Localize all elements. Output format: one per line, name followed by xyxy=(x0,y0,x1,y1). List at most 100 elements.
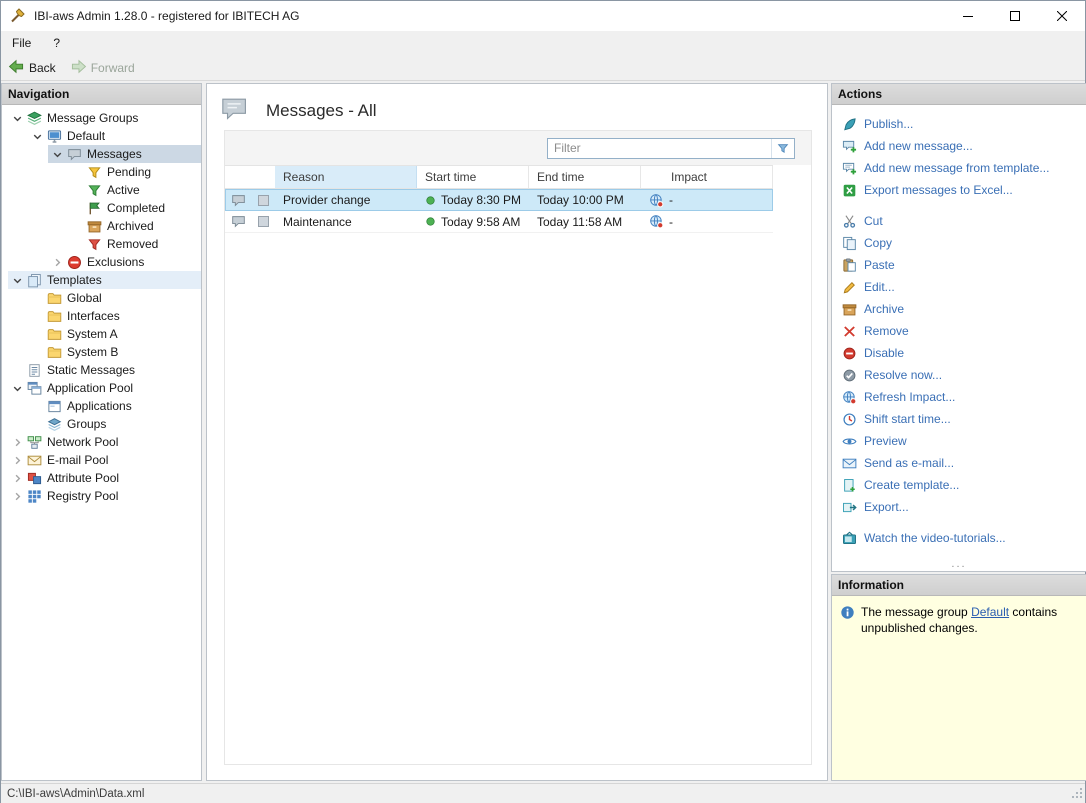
action-archive[interactable]: Archive xyxy=(832,298,1086,320)
menu-help[interactable]: ? xyxy=(42,32,71,54)
resolve-icon xyxy=(842,368,857,383)
refresh-impact-icon xyxy=(842,390,857,405)
tree-item-groups[interactable]: Groups xyxy=(2,415,201,433)
minimize-button[interactable] xyxy=(944,1,991,31)
table-row[interactable]: MaintenanceToday 9:58 AMToday 11:58 AM- xyxy=(225,211,773,233)
action-preview[interactable]: Preview xyxy=(832,430,1086,452)
chevron-right-icon[interactable] xyxy=(8,471,26,486)
tree-item-global[interactable]: Global xyxy=(2,289,201,307)
column-header-start-time[interactable]: Start time xyxy=(417,166,529,188)
cell-impact: - xyxy=(641,211,773,232)
action-send-as-e-mail[interactable]: Send as e-mail... xyxy=(832,452,1086,474)
tree-item-applications[interactable]: Applications xyxy=(2,397,201,415)
column-header-impact[interactable]: Impact xyxy=(641,166,773,188)
chevron-down-icon[interactable] xyxy=(48,147,66,162)
action-add-new-message[interactable]: Add new message... xyxy=(832,135,1086,157)
menu-file[interactable]: File xyxy=(1,32,42,54)
message-groups-icon xyxy=(26,111,43,126)
column-header-end-time[interactable]: End time xyxy=(529,166,641,188)
action-label: Resolve now... xyxy=(864,368,942,382)
tree-item-label: Applications xyxy=(63,399,132,413)
chevron-right-icon[interactable] xyxy=(48,255,66,270)
tree-item-system-a[interactable]: System A xyxy=(2,325,201,343)
tree-item-templates[interactable]: Templates xyxy=(2,271,201,289)
tree-item-attribute-pool[interactable]: Attribute Pool xyxy=(2,469,201,487)
column-header-reason[interactable]: Reason xyxy=(275,166,417,188)
resize-grip-icon[interactable] xyxy=(1070,786,1083,802)
chevron-down-icon[interactable] xyxy=(8,273,26,288)
action-group: Publish...Add new message...Add new mess… xyxy=(832,113,1086,201)
chevron-right-icon[interactable] xyxy=(8,435,26,450)
filter-input[interactable] xyxy=(548,141,771,155)
tree-item-static-messages[interactable]: Static Messages xyxy=(2,361,201,379)
cell-start-time: Today 8:30 PM xyxy=(417,189,529,211)
menu-bar: File ? xyxy=(1,31,1085,55)
action-label: Disable xyxy=(864,346,904,360)
close-button[interactable] xyxy=(1038,1,1085,31)
action-shift-start-time[interactable]: Shift start time... xyxy=(832,408,1086,430)
tree-item-messages[interactable]: Messages xyxy=(2,145,201,163)
action-label: Refresh Impact... xyxy=(864,390,955,404)
chevron-right-icon[interactable] xyxy=(8,489,26,504)
action-publish[interactable]: Publish... xyxy=(832,113,1086,135)
tree-item-e-mail-pool[interactable]: E-mail Pool xyxy=(2,451,201,469)
action-copy[interactable]: Copy xyxy=(832,232,1086,254)
navigation-panel-header: Navigation xyxy=(2,84,201,105)
chevron-right-icon[interactable] xyxy=(8,453,26,468)
action-label: Cut xyxy=(864,214,883,228)
forward-button[interactable]: Forward xyxy=(63,56,142,80)
action-add-new-message-from-template[interactable]: Add new message from template... xyxy=(832,157,1086,179)
globe-icon xyxy=(649,193,664,208)
action-label: Watch the video-tutorials... xyxy=(864,531,1006,545)
action-create-template[interactable]: Create template... xyxy=(832,474,1086,496)
row-checkbox[interactable] xyxy=(251,211,275,232)
action-export-messages-to-excel[interactable]: Export messages to Excel... xyxy=(832,179,1086,201)
tree-item-default[interactable]: Default xyxy=(2,127,201,145)
tree-item-network-pool[interactable]: Network Pool xyxy=(2,433,201,451)
start-time-text: Today 8:30 PM xyxy=(441,193,521,207)
tree-item-application-pool[interactable]: Application Pool xyxy=(2,379,201,397)
chevron-down-icon[interactable] xyxy=(28,129,46,144)
nav-toolbar: Back Forward xyxy=(1,55,1085,81)
action-export[interactable]: Export... xyxy=(832,496,1086,518)
actions-panel-header: Actions xyxy=(832,84,1086,105)
action-remove[interactable]: Remove xyxy=(832,320,1086,342)
action-watch-the-video-tutorials[interactable]: Watch the video-tutorials... xyxy=(832,527,1086,549)
action-paste[interactable]: Paste xyxy=(832,254,1086,276)
information-panel: Information The message group Default co… xyxy=(831,574,1086,781)
chevron-down-icon[interactable] xyxy=(8,381,26,396)
registry-pool-icon xyxy=(26,489,43,504)
action-edit[interactable]: Edit... xyxy=(832,276,1086,298)
cell-start-time: Today 9:58 AM xyxy=(417,211,529,232)
data-file-path: C:\IBI-aws\Admin\Data.xml xyxy=(1,788,144,800)
row-checkbox[interactable] xyxy=(251,189,275,211)
default-group-link[interactable]: Default xyxy=(971,605,1009,619)
tree-item-registry-pool[interactable]: Registry Pool xyxy=(2,487,201,505)
filter-funnel-icon[interactable] xyxy=(771,139,794,158)
removed-icon xyxy=(86,237,103,252)
status-green-dot-icon xyxy=(425,216,436,227)
navigation-tree: Message GroupsDefaultMessagesPendingActi… xyxy=(2,105,201,505)
action-cut[interactable]: Cut xyxy=(832,210,1086,232)
action-disable[interactable]: Disable xyxy=(832,342,1086,364)
information-message: The message group Default contains unpub… xyxy=(832,596,1086,780)
back-button[interactable]: Back xyxy=(1,56,63,80)
tree-item-archived[interactable]: Archived xyxy=(2,217,201,235)
copy-icon xyxy=(842,236,857,251)
tree-item-completed[interactable]: Completed xyxy=(2,199,201,217)
tree-item-active[interactable]: Active xyxy=(2,181,201,199)
chevron-down-icon[interactable] xyxy=(8,111,26,126)
shift-start-time-icon xyxy=(842,412,857,427)
action-resolve-now[interactable]: Resolve now... xyxy=(832,364,1086,386)
tree-item-interfaces[interactable]: Interfaces xyxy=(2,307,201,325)
tree-item-removed[interactable]: Removed xyxy=(2,235,201,253)
tree-item-system-b[interactable]: System B xyxy=(2,343,201,361)
paste-icon xyxy=(842,258,857,273)
tree-item-pending[interactable]: Pending xyxy=(2,163,201,181)
table-row[interactable]: Provider changeToday 8:30 PMToday 10:00 … xyxy=(225,189,773,211)
tree-item-message-groups[interactable]: Message Groups xyxy=(2,109,201,127)
tree-item-exclusions[interactable]: Exclusions xyxy=(2,253,201,271)
maximize-button[interactable] xyxy=(991,1,1038,31)
actions-overflow-indicator[interactable]: ... xyxy=(832,558,1086,570)
action-refresh-impact[interactable]: Refresh Impact... xyxy=(832,386,1086,408)
